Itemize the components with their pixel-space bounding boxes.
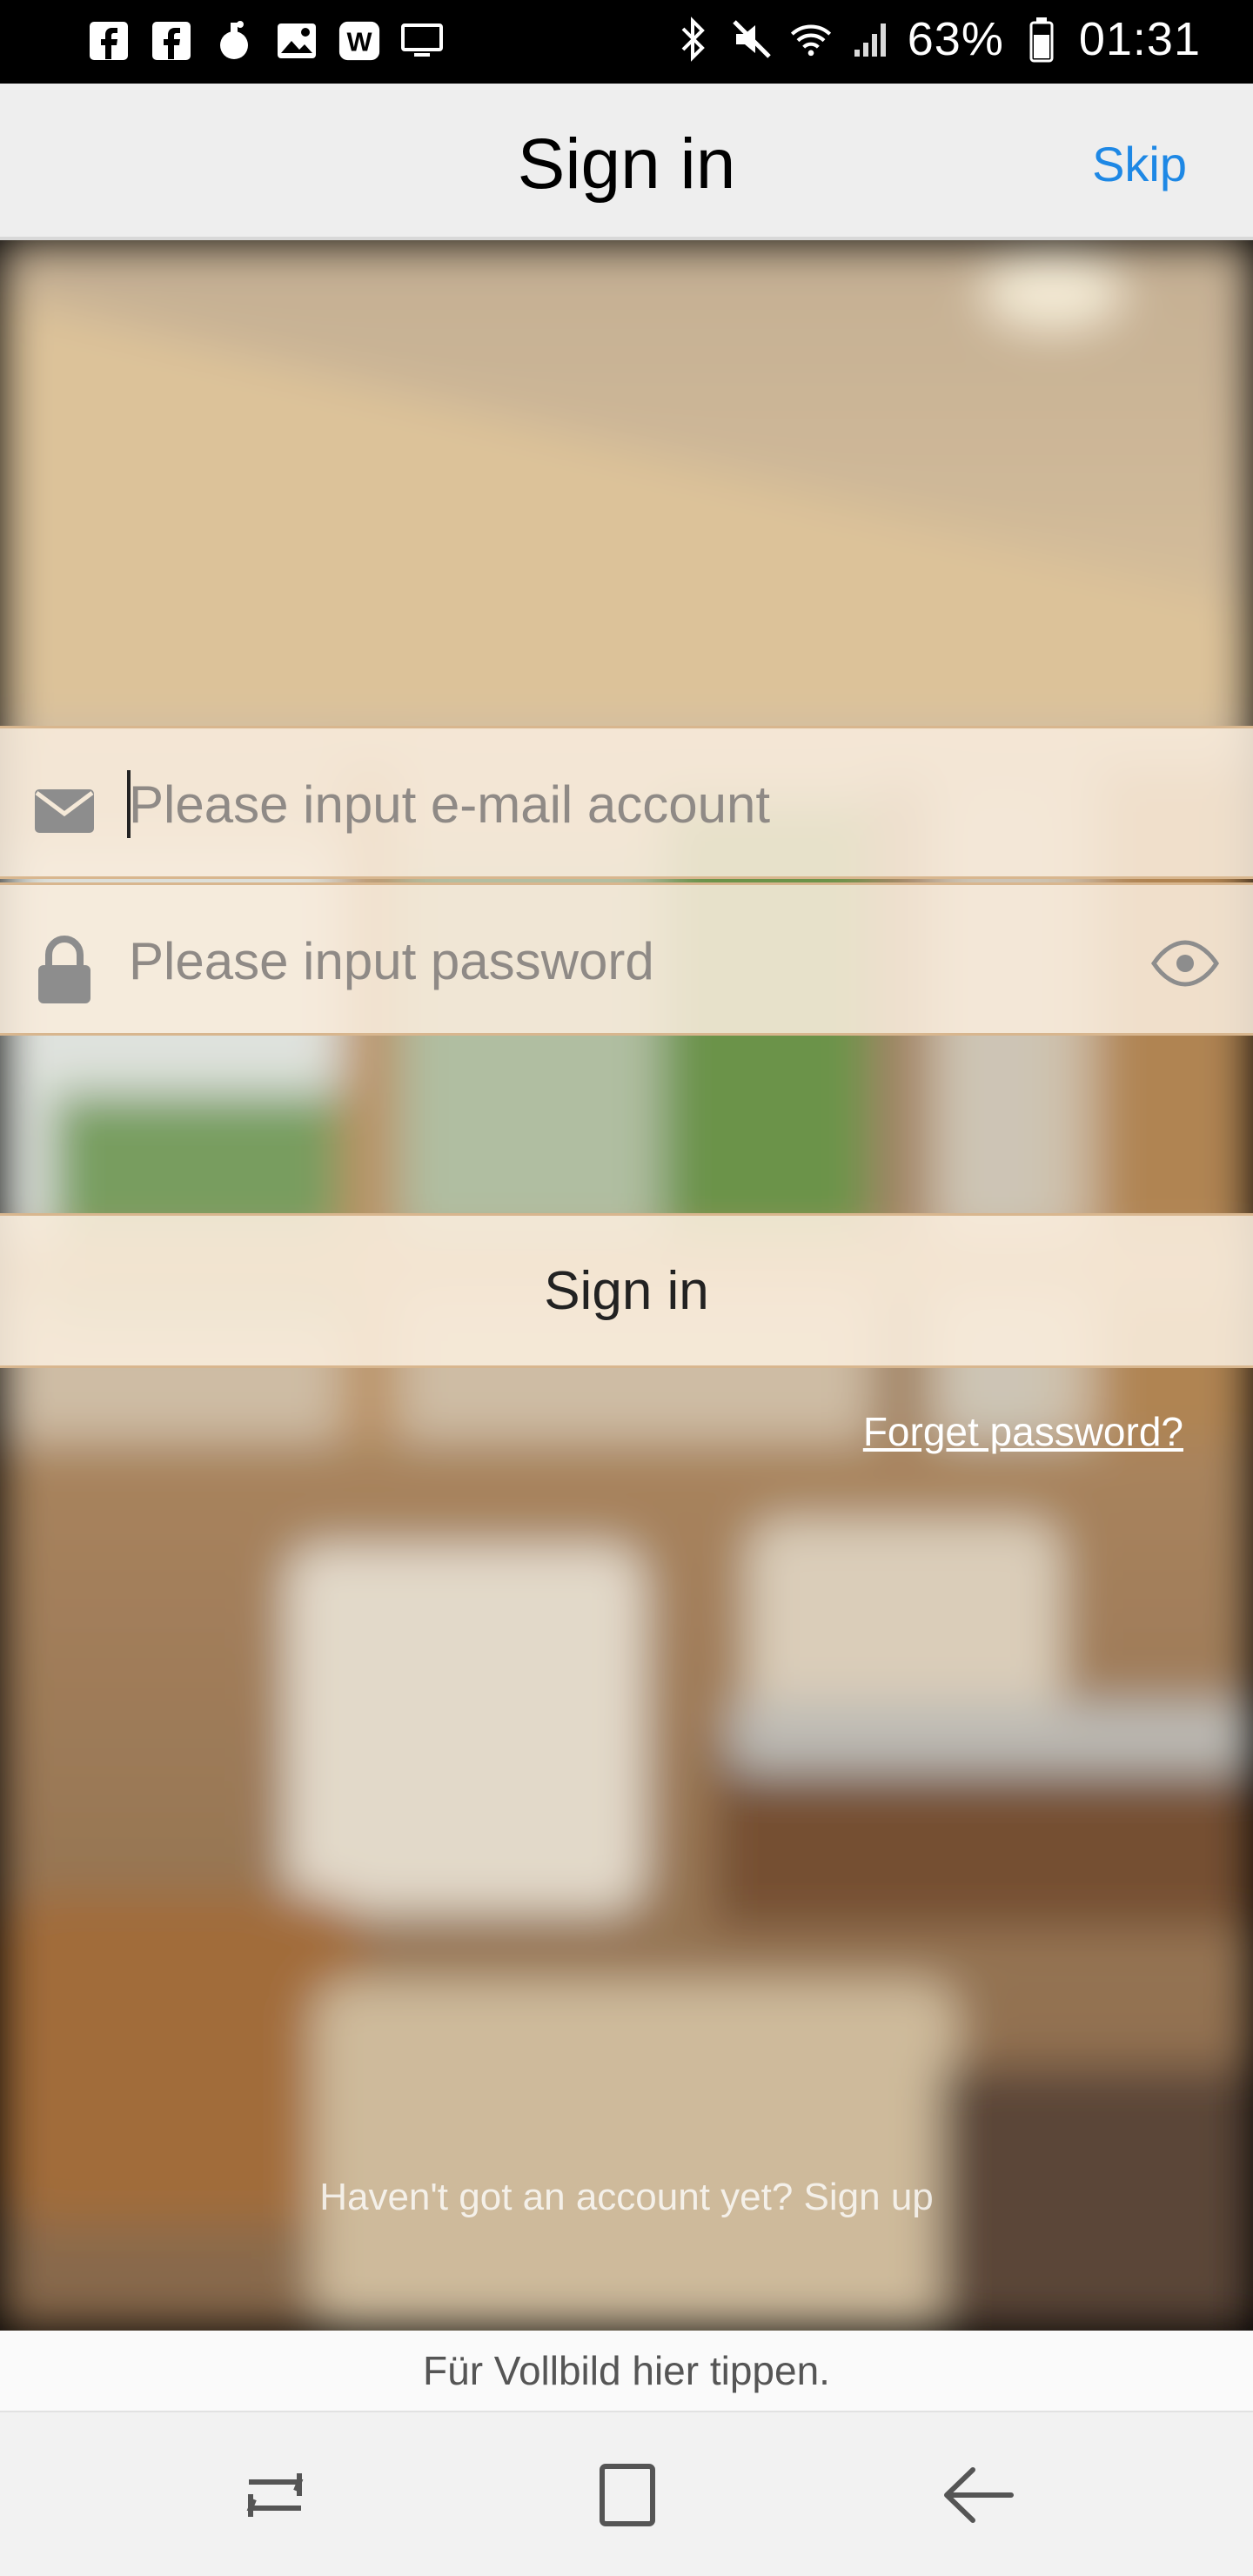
- word-icon: W: [338, 16, 381, 66]
- mute-icon: [730, 14, 774, 64]
- facebook-icon: [150, 16, 193, 66]
- password-field-row: [0, 882, 1253, 1036]
- battery-percentage: 63%: [907, 13, 1004, 65]
- skip-button[interactable]: Skip: [1092, 136, 1187, 192]
- eye-icon[interactable]: [1150, 939, 1220, 988]
- status-notification-icons: W: [87, 16, 444, 66]
- signal-icon: [848, 14, 892, 64]
- email-field-row: [0, 726, 1253, 879]
- clock: 01:31: [1078, 13, 1201, 65]
- svg-text:W: W: [346, 27, 372, 57]
- lock-icon: [33, 936, 96, 1003]
- email-input[interactable]: [127, 763, 1105, 845]
- gallery-icon: [275, 16, 318, 66]
- wifi-icon: [789, 14, 833, 64]
- envelope-icon: [33, 779, 96, 842]
- status-bar: W 63% 01:31: [0, 0, 1253, 84]
- forget-password-link[interactable]: Forget password?: [863, 1408, 1183, 1455]
- screen-cast-icon: [400, 16, 444, 66]
- notification-bomb-icon: [212, 16, 256, 66]
- recent-apps-icon[interactable]: [231, 2456, 318, 2534]
- battery-icon: [1020, 14, 1063, 64]
- app-bar: Sign in Skip: [0, 84, 1253, 240]
- text-cursor: [127, 770, 131, 838]
- back-icon[interactable]: [935, 2456, 1022, 2534]
- password-input[interactable]: [127, 920, 1105, 1002]
- page-title: Sign in: [517, 124, 736, 204]
- bluetooth-icon: [671, 14, 714, 64]
- fullscreen-hint[interactable]: Für Vollbild hier tippen.: [0, 2331, 1253, 2411]
- sign-in-screen: W 63% 01:31 Sign in Skip Please input e-…: [0, 0, 1253, 2576]
- status-system-icons: 63% 01:31: [671, 12, 1201, 66]
- facebook-icon: [87, 16, 131, 66]
- home-icon[interactable]: [583, 2456, 670, 2534]
- sign-in-button[interactable]: Sign in: [0, 1213, 1253, 1368]
- sign-up-link[interactable]: Haven't got an account yet? Sign up: [0, 2176, 1253, 2219]
- navigation-bar: [0, 2411, 1253, 2576]
